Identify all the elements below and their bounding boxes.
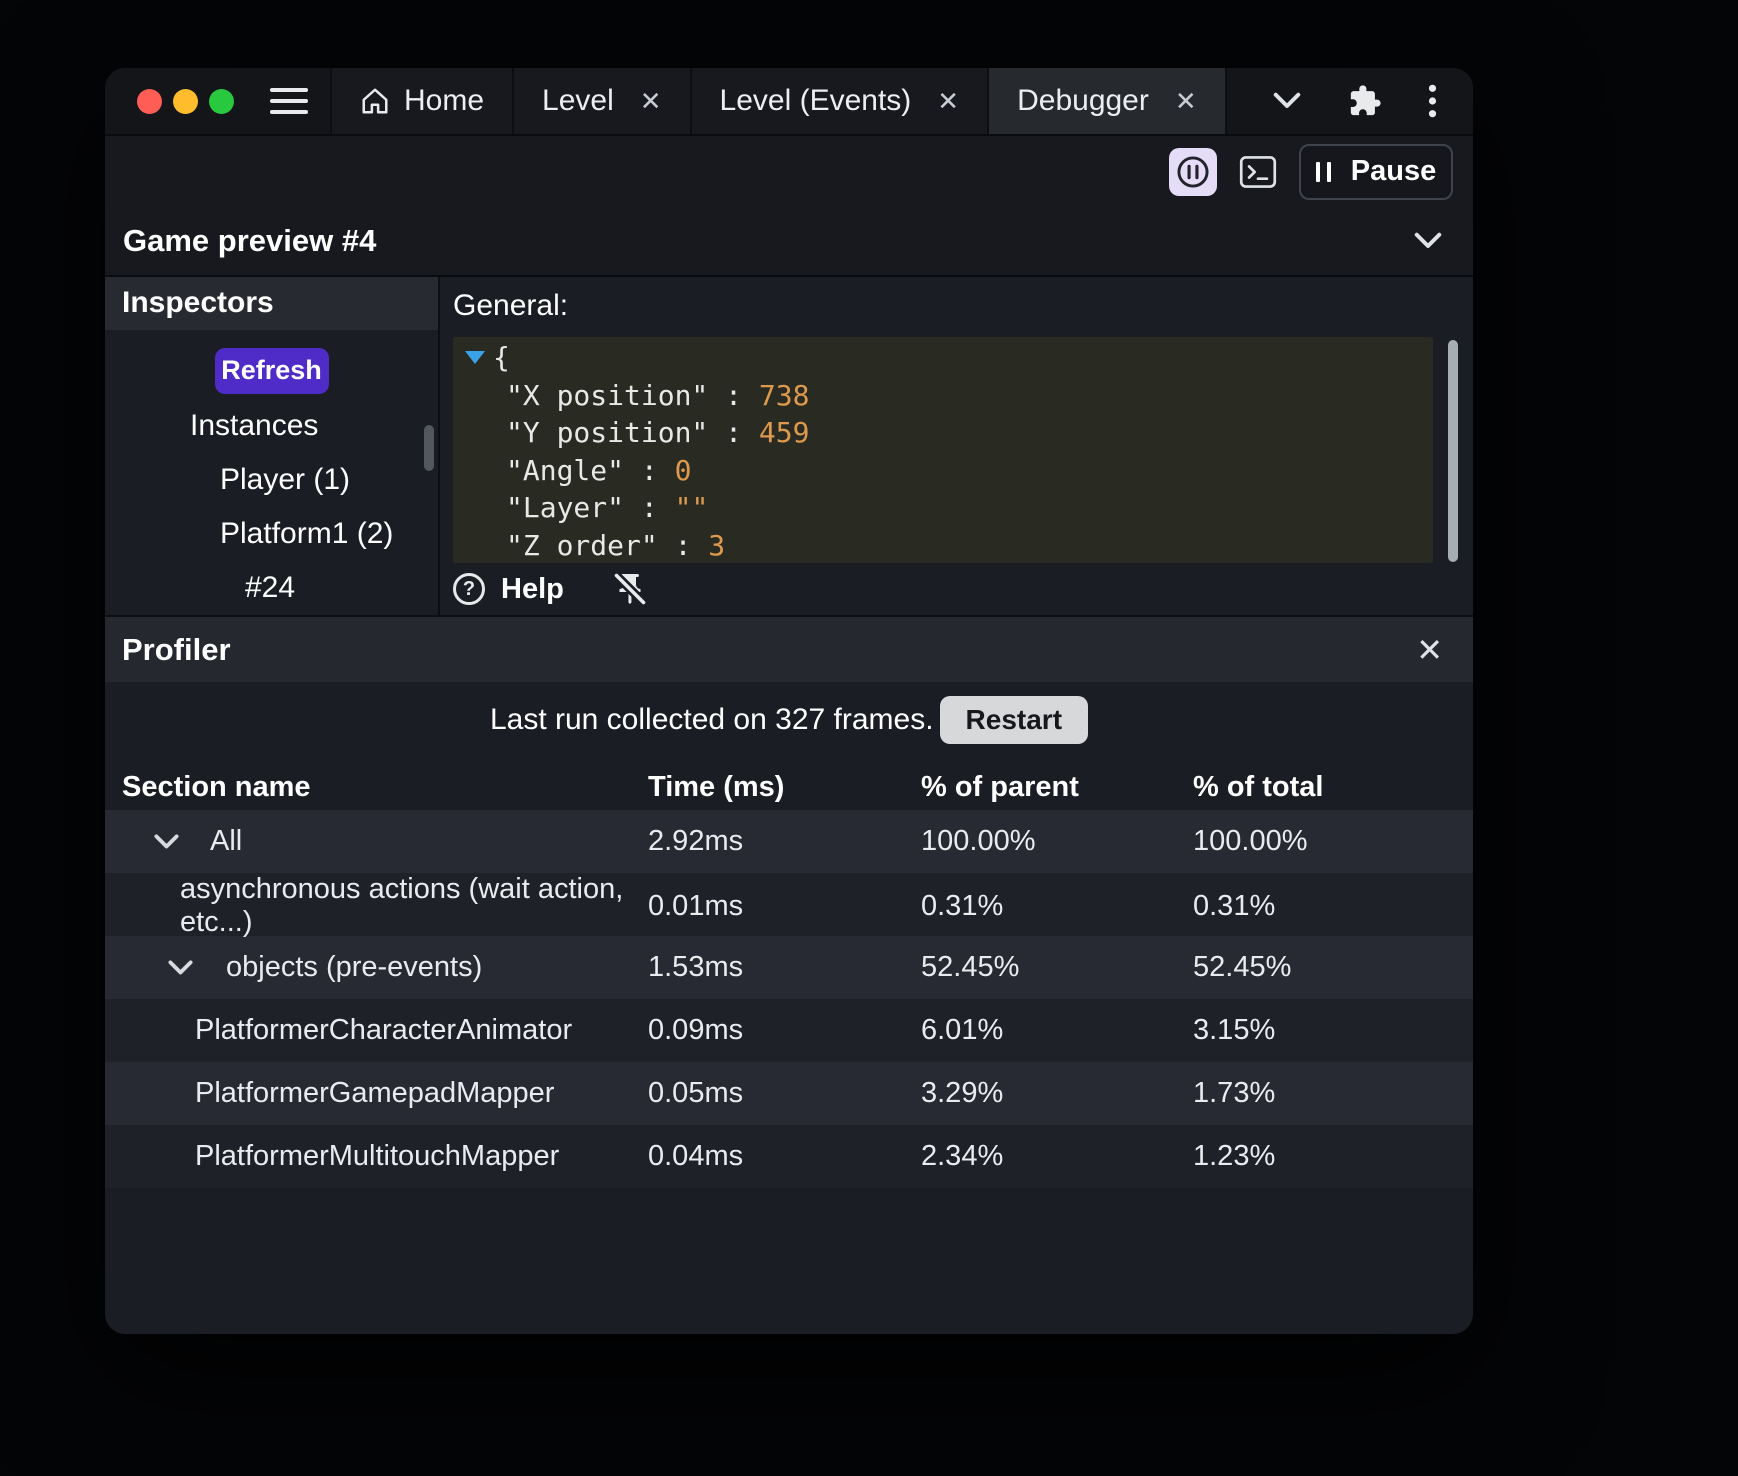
table-row-all[interactable]: All 2.92ms 100.00% 100.00% bbox=[105, 810, 1473, 873]
tree-item-instances[interactable]: Instances bbox=[105, 399, 438, 453]
pause-button[interactable]: Pause bbox=[1299, 143, 1453, 200]
kebab-menu-icon[interactable] bbox=[1428, 83, 1437, 119]
console-button[interactable] bbox=[1239, 155, 1277, 189]
titlebar-right-controls bbox=[1272, 68, 1473, 134]
minimize-window-button[interactable] bbox=[173, 88, 198, 114]
general-panel: General: { "X position" : 738 "Y positio… bbox=[440, 277, 1473, 615]
maximize-window-button[interactable] bbox=[209, 88, 234, 114]
profiler-status-row: Last run collected on 327 frames. Restar… bbox=[105, 696, 1473, 744]
close-tab-icon[interactable]: ✕ bbox=[937, 86, 959, 117]
extensions-puzzle-icon[interactable] bbox=[1348, 84, 1382, 118]
tab-label: Debugger bbox=[1017, 84, 1149, 117]
app-window: Home Level ✕ Level (Events) ✕ Debugger ✕ bbox=[105, 68, 1473, 1334]
json-property[interactable]: "Z order" : 3 bbox=[453, 527, 1433, 565]
column-header-parent: % of parent bbox=[921, 770, 1079, 803]
close-profiler-icon[interactable]: ✕ bbox=[1416, 634, 1443, 666]
pause-on-exceptions-toggle-button[interactable] bbox=[1169, 147, 1217, 196]
home-icon bbox=[360, 86, 390, 116]
tree-item-player[interactable]: Player (1) bbox=[105, 453, 438, 507]
table-row-character-animator[interactable]: PlatformerCharacterAnimator 0.09ms 6.01%… bbox=[105, 999, 1473, 1062]
profiler-body: Last run collected on 327 frames. Restar… bbox=[105, 696, 1473, 1188]
tab-level-events[interactable]: Level (Events) ✕ bbox=[691, 68, 990, 134]
profiler-table-header: Section name Time (ms) % of parent % of … bbox=[105, 764, 1473, 810]
restart-button[interactable]: Restart bbox=[939, 696, 1089, 744]
traffic-lights bbox=[105, 68, 234, 134]
console-icon bbox=[1239, 155, 1277, 188]
close-tab-icon[interactable]: ✕ bbox=[640, 86, 662, 117]
json-open-brace: { bbox=[493, 341, 510, 375]
inspectors-tree: Instances Player (1) Platform1 (2) #24 bbox=[105, 399, 438, 615]
table-row-multitouch-mapper[interactable]: PlatformerMultitouchMapper 0.04ms 2.34% … bbox=[105, 1125, 1473, 1188]
tree-item-platform1[interactable]: Platform1 (2) bbox=[105, 507, 438, 561]
general-panel-title: General: bbox=[453, 289, 569, 322]
titlebar: Home Level ✕ Level (Events) ✕ Debugger ✕ bbox=[105, 68, 1473, 136]
tab-label: Level bbox=[542, 84, 614, 117]
json-property[interactable]: "Layer" : "" bbox=[453, 489, 1433, 527]
column-header-section: Section name bbox=[122, 770, 311, 803]
close-tab-icon[interactable]: ✕ bbox=[1175, 86, 1197, 117]
tab-home[interactable]: Home bbox=[330, 68, 515, 134]
close-window-button[interactable] bbox=[137, 88, 162, 114]
table-row-objects-pre-events[interactable]: objects (pre-events) 1.53ms 52.45% 52.45… bbox=[105, 936, 1473, 999]
game-preview-bar[interactable]: Game preview #4 bbox=[105, 207, 1473, 277]
chevron-down-icon[interactable] bbox=[153, 833, 180, 851]
tab-debugger[interactable]: Debugger ✕ bbox=[989, 68, 1227, 134]
pause-button-label: Pause bbox=[1350, 155, 1437, 187]
circle-pause-icon bbox=[1177, 155, 1209, 188]
instance-properties-json-view[interactable]: { "X position" : 738 "Y position" : 459 … bbox=[453, 337, 1433, 563]
debugger-main: Inspectors Refresh Instances Player (1) … bbox=[105, 277, 1473, 615]
hamburger-menu-icon[interactable] bbox=[270, 68, 308, 134]
help-row: ? Help bbox=[453, 571, 1473, 607]
json-property[interactable]: "Y position" : 459 bbox=[453, 414, 1433, 452]
debugger-toolbar: Pause bbox=[105, 136, 1473, 207]
chevron-down-icon[interactable] bbox=[167, 959, 194, 977]
game-preview-title: Game preview #4 bbox=[123, 223, 377, 258]
scrollbar-thumb[interactable] bbox=[424, 425, 434, 471]
scrollbar-thumb[interactable] bbox=[1448, 340, 1458, 562]
table-row-async-actions[interactable]: asynchronous actions (wait action, etc..… bbox=[105, 873, 1473, 938]
tab-label: Level (Events) bbox=[719, 84, 912, 117]
collapse-triangle-icon[interactable] bbox=[465, 351, 485, 364]
unpin-icon[interactable] bbox=[612, 571, 648, 607]
profiler-header: Profiler ✕ bbox=[105, 615, 1473, 682]
tab-label: Home bbox=[404, 84, 485, 117]
chevron-down-icon[interactable] bbox=[1413, 231, 1443, 251]
tab-strip: Home Level ✕ Level (Events) ✕ Debugger ✕ bbox=[330, 68, 1227, 134]
tab-level[interactable]: Level ✕ bbox=[514, 68, 692, 134]
chevron-down-icon[interactable] bbox=[1272, 91, 1302, 111]
refresh-button[interactable]: Refresh bbox=[214, 347, 329, 394]
profiler-title: Profiler bbox=[122, 631, 231, 667]
column-header-total: % of total bbox=[1193, 770, 1324, 803]
table-row-gamepad-mapper[interactable]: PlatformerGamepadMapper 0.05ms 3.29% 1.7… bbox=[105, 1062, 1473, 1125]
help-label[interactable]: Help bbox=[501, 573, 564, 606]
inspectors-panel-title: Inspectors bbox=[105, 277, 438, 330]
json-property[interactable]: "X position" : 738 bbox=[453, 377, 1433, 415]
pause-icon bbox=[1315, 161, 1331, 182]
help-icon[interactable]: ? bbox=[453, 573, 485, 605]
json-property[interactable]: "Angle" : 0 bbox=[453, 452, 1433, 490]
profiler-status-text: Last run collected on 327 frames. bbox=[489, 703, 934, 736]
column-header-time: Time (ms) bbox=[648, 770, 785, 803]
inspectors-panel: Inspectors Refresh Instances Player (1) … bbox=[105, 277, 440, 615]
tree-item-instance-24[interactable]: #24 bbox=[105, 561, 438, 615]
